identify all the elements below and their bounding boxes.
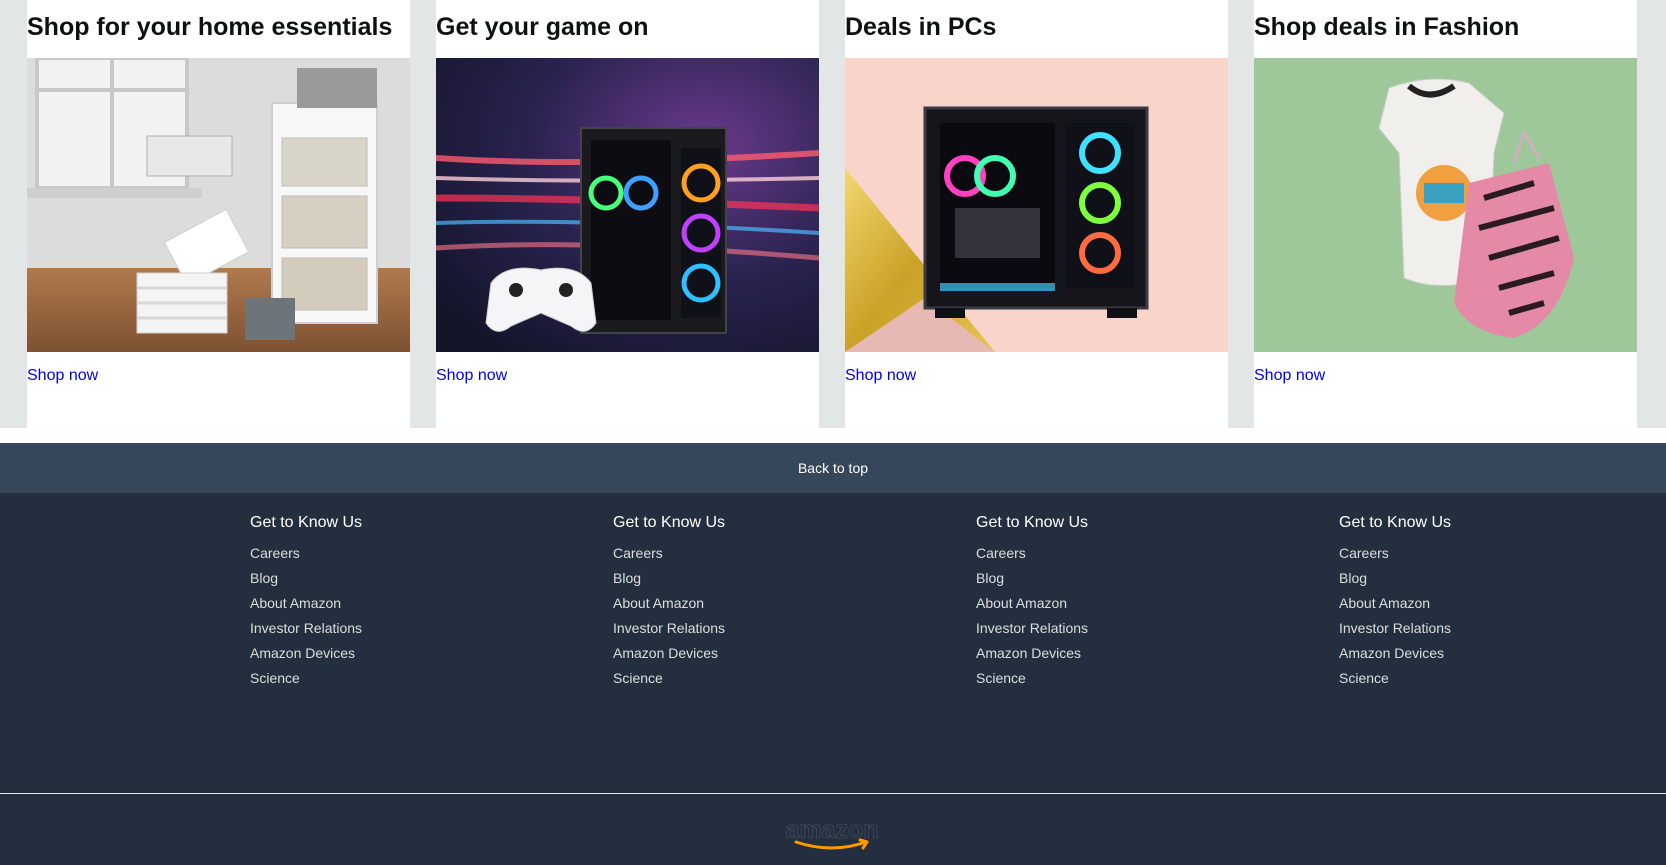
card-title: Get your game on	[436, 13, 649, 41]
footer-link-investor-relations[interactable]: Investor Relations	[250, 616, 550, 641]
footer-heading: Get to Know Us	[613, 514, 726, 531]
shop-now-link[interactable]: Shop now	[27, 366, 98, 386]
footer-link-science[interactable]: Science	[613, 666, 913, 691]
footer-link-amazon-devices[interactable]: Amazon Devices	[250, 641, 550, 666]
footer-link-about-amazon[interactable]: About Amazon	[1339, 591, 1639, 616]
footer-link-blog[interactable]: Blog	[976, 566, 1276, 591]
desktop-pc-illustration	[845, 58, 1228, 352]
footer-link-science[interactable]: Science	[1339, 666, 1639, 691]
footer-column: Get to Know Us Careers Blog About Amazon…	[613, 513, 913, 691]
footer-link-careers[interactable]: Careers	[613, 541, 913, 566]
card-title: Shop deals in Fashion	[1254, 13, 1520, 41]
footer-divider	[0, 793, 1666, 794]
footer-link-amazon-devices[interactable]: Amazon Devices	[976, 641, 1276, 666]
footer-column: Get to Know Us Careers Blog About Amazon…	[1339, 513, 1639, 691]
footer-link-careers[interactable]: Careers	[1339, 541, 1639, 566]
footer-link-blog[interactable]: Blog	[250, 566, 550, 591]
footer-link-amazon-devices[interactable]: Amazon Devices	[1339, 641, 1639, 666]
footer-heading: Get to Know Us	[1339, 514, 1452, 531]
footer-column: Get to Know Us Careers Blog About Amazon…	[250, 513, 550, 691]
footer-link-careers[interactable]: Careers	[976, 541, 1276, 566]
shop-now-link[interactable]: Shop now	[1254, 366, 1325, 386]
back-to-top-button[interactable]: Back to top	[0, 443, 1666, 493]
footer-column: Get to Know Us Careers Blog About Amazon…	[976, 513, 1276, 691]
card-home-essentials: Shop for your home essentials Shop now	[27, 0, 410, 428]
card-fashion: Shop deals in Fashion Shop now	[1254, 0, 1637, 428]
amazon-logo[interactable]: amazon	[784, 818, 880, 854]
home-storage-image[interactable]	[27, 58, 410, 352]
fashion-clothes-image[interactable]	[1254, 58, 1637, 352]
shop-now-link[interactable]: Shop now	[436, 366, 507, 386]
footer-link-about-amazon[interactable]: About Amazon	[976, 591, 1276, 616]
footer-link-amazon-devices[interactable]: Amazon Devices	[613, 641, 913, 666]
card-gaming: Get your game on Shop now	[436, 0, 819, 428]
footer-heading: Get to Know Us	[976, 514, 1089, 531]
card-title: Shop for your home essentials	[27, 13, 393, 41]
footer-heading: Get to Know Us	[250, 514, 363, 531]
footer-link-investor-relations[interactable]: Investor Relations	[1339, 616, 1639, 641]
footer-link-investor-relations[interactable]: Investor Relations	[976, 616, 1276, 641]
footer-link-about-amazon[interactable]: About Amazon	[613, 591, 913, 616]
gaming-pc-illustration	[436, 58, 819, 352]
shop-now-link[interactable]: Shop now	[845, 366, 916, 386]
footer-link-blog[interactable]: Blog	[613, 566, 913, 591]
footer-link-science[interactable]: Science	[976, 666, 1276, 691]
amazon-logo-icon: amazon	[785, 818, 879, 850]
home-storage-illustration	[27, 58, 410, 352]
footer-link-science[interactable]: Science	[250, 666, 550, 691]
footer-link-blog[interactable]: Blog	[1339, 566, 1639, 591]
fashion-clothes-illustration	[1254, 58, 1637, 352]
card-title: Deals in PCs	[845, 13, 997, 41]
gaming-pc-image[interactable]	[436, 58, 819, 352]
desktop-pc-image[interactable]	[845, 58, 1228, 352]
footer-link-about-amazon[interactable]: About Amazon	[250, 591, 550, 616]
product-cards-area: Shop for your home essentials Shop now G…	[0, 0, 1666, 428]
footer-link-careers[interactable]: Careers	[250, 541, 550, 566]
card-pcs: Deals in PCs Shop now	[845, 0, 1228, 428]
footer-link-investor-relations[interactable]: Investor Relations	[613, 616, 913, 641]
footer: Get to Know Us Careers Blog About Amazon…	[0, 493, 1666, 865]
